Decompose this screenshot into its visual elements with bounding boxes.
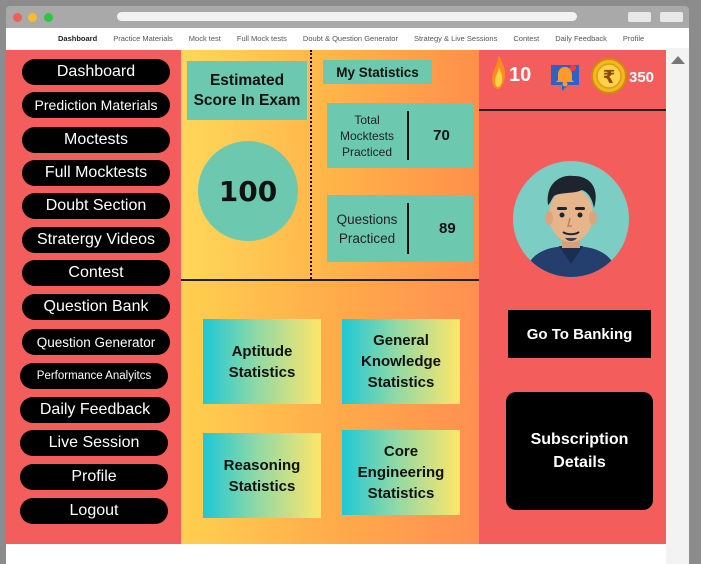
nav-full-mock-tests[interactable]: Full Mock tests	[237, 34, 287, 43]
window-control-button[interactable]	[628, 12, 651, 22]
avatar[interactable]	[512, 160, 630, 278]
bell-icon[interactable]	[548, 59, 582, 93]
sidebar-item-performance-analytics[interactable]: Performance Analyitcs	[20, 363, 168, 389]
sidebar-item-dashboard[interactable]: Dashboard	[22, 59, 170, 85]
streak-count: 10	[509, 64, 532, 86]
questions-stat-card: Questions Practiced 89	[327, 195, 474, 262]
fire-icon	[492, 55, 506, 89]
browser-title-bar	[6, 6, 689, 28]
profile-divider	[479, 109, 666, 111]
nav-mock-test[interactable]: Mock test	[189, 34, 221, 43]
nav-strategy-live-sessions[interactable]: Strategy & Live Sessions	[414, 34, 497, 43]
sidebar-item-live-session[interactable]: Live Session	[20, 430, 168, 456]
sidebar-item-profile[interactable]: Profile	[20, 464, 168, 490]
sidebar-item-daily-feedback[interactable]: Daily Feedback	[20, 397, 170, 423]
questions-practiced-label: Questions Practiced	[336, 211, 398, 246]
maximize-window-icon[interactable]	[44, 13, 53, 22]
estimated-score-label: Estimated Score In Exam	[187, 61, 307, 120]
dashboard: Dashboard Prediction Materials Moctests …	[6, 50, 666, 544]
subscription-details-button[interactable]: Subscription Details	[506, 392, 653, 510]
scroll-up-arrow-icon[interactable]	[671, 56, 685, 64]
address-bar[interactable]	[117, 12, 577, 21]
top-navigation: Dashboard Practice Materials Mock test F…	[6, 28, 666, 48]
close-window-icon[interactable]	[13, 13, 22, 22]
minimize-window-icon[interactable]	[28, 13, 37, 22]
window-control-button[interactable]	[660, 12, 683, 22]
estimated-score-value: 100	[198, 141, 298, 241]
section-divider	[181, 279, 479, 281]
sidebar-item-question-bank[interactable]: Question Bank	[22, 294, 170, 320]
nav-contest[interactable]: Contest	[513, 34, 539, 43]
sidebar-item-stratergy-videos[interactable]: Stratergy Videos	[22, 227, 170, 253]
general-knowledge-statistics-tile[interactable]: General Knowledge Statistics	[342, 319, 460, 404]
sidebar-item-prediction-materials[interactable]: Prediction Materials	[22, 92, 170, 118]
sidebar-item-contest[interactable]: Contest	[22, 260, 170, 286]
coin-balance: 350	[629, 69, 655, 86]
rupee-coin-icon: ₹	[591, 58, 627, 94]
sidebar-item-doubt-section[interactable]: Doubt Section	[22, 193, 170, 219]
dotted-divider	[310, 50, 312, 279]
nav-doubt-question-generator[interactable]: Doubt & Question Generator	[303, 34, 398, 43]
my-statistics-title: My Statistics	[323, 60, 432, 84]
sidebar-item-logout[interactable]: Logout	[20, 498, 168, 524]
web-page: Dashboard Practice Materials Mock test F…	[6, 28, 689, 564]
sidebar-item-moctests[interactable]: Moctests	[22, 127, 170, 153]
reasoning-statistics-tile[interactable]: Reasoning Statistics	[203, 433, 321, 518]
svg-text:₹: ₹	[603, 67, 616, 88]
core-engineering-statistics-tile[interactable]: Core Engineering Statistics	[342, 430, 460, 515]
sidebar-item-full-mocktests[interactable]: Full Mocktests	[22, 160, 170, 186]
go-to-banking-button[interactable]: Go To Banking	[508, 310, 651, 358]
vertical-scrollbar[interactable]	[666, 48, 689, 564]
nav-profile[interactable]: Profile	[623, 34, 644, 43]
sidebar-item-question-generator[interactable]: Question Generator	[22, 329, 170, 355]
nav-daily-feedback[interactable]: Daily Feedback	[555, 34, 607, 43]
nav-dashboard[interactable]: Dashboard	[58, 34, 97, 43]
nav-practice-materials[interactable]: Practice Materials	[113, 34, 173, 43]
aptitude-statistics-tile[interactable]: Aptitude Statistics	[203, 319, 321, 404]
mocktests-practiced-value: 70	[433, 127, 450, 144]
mocktests-practiced-label: Total Mocktests Practiced	[339, 112, 394, 159]
sidebar: Dashboard Prediction Materials Moctests …	[6, 50, 181, 544]
questions-practiced-value: 89	[439, 220, 456, 237]
mocktests-stat-card: Total Mocktests Practiced 70	[327, 103, 474, 168]
